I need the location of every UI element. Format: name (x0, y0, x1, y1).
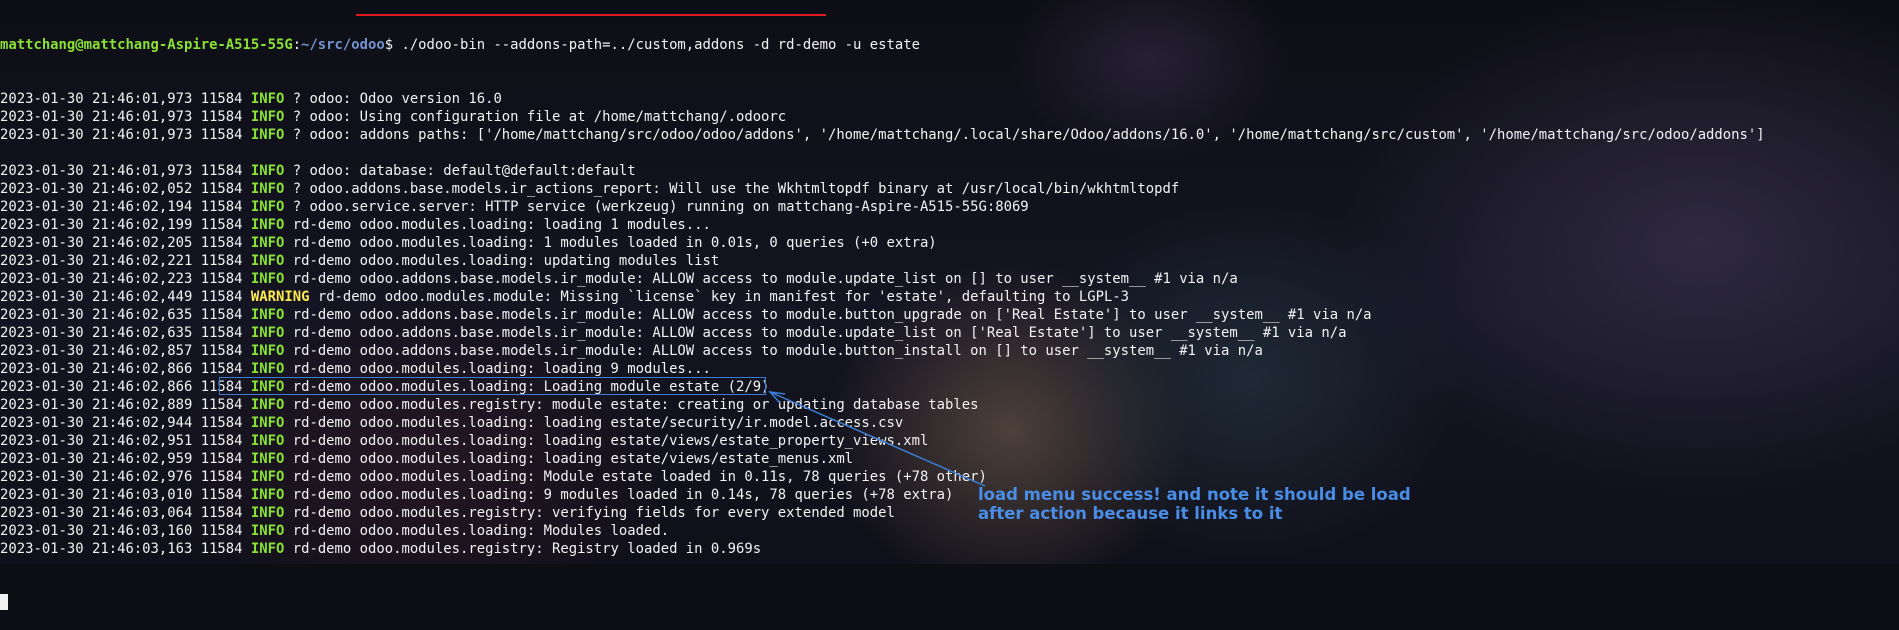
cursor-line (0, 594, 1899, 612)
annotation-line-1: load menu success! and note it should be… (978, 485, 1411, 504)
annotation-line-2: after action because it links to it (978, 504, 1283, 523)
annotation-note: load menu success! and note it should be… (978, 485, 1418, 523)
annotation-arrow (768, 390, 986, 487)
annotation-arrow-line (769, 391, 986, 487)
terminal-cursor (0, 594, 8, 610)
